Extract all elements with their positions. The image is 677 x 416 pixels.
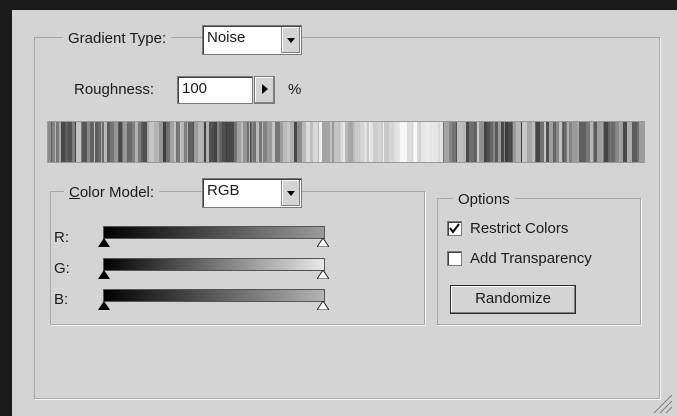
color-model-legend: Color Model: xyxy=(64,183,160,203)
gradient-type-select[interactable]: Noise xyxy=(202,25,302,55)
color-model-label: olor Model: xyxy=(79,184,155,201)
randomize-button-label: Randomize xyxy=(475,290,551,307)
options-legend: Options xyxy=(453,190,515,210)
options-label: Options xyxy=(458,191,510,208)
gradient-preview-bar xyxy=(47,121,645,163)
blue-max-stop[interactable] xyxy=(317,301,329,310)
color-model-select[interactable]: RGB xyxy=(202,178,302,208)
checkmark-icon xyxy=(449,223,460,234)
red-channel-track[interactable] xyxy=(103,226,325,239)
roughness-input[interactable]: 100 xyxy=(177,76,253,104)
red-max-stop[interactable] xyxy=(317,238,329,247)
gradient-preview-stripes xyxy=(48,122,644,162)
channel-label-b: B: xyxy=(54,291,69,308)
roughness-unit: % xyxy=(288,81,302,98)
restrict-colors-checkbox[interactable] xyxy=(447,221,462,236)
green-max-stop[interactable] xyxy=(317,270,329,279)
color-model-value: RGB xyxy=(207,182,240,199)
triangle-right-icon xyxy=(262,84,268,94)
blue-channel-track[interactable] xyxy=(103,289,325,302)
roughness-label: Roughness: xyxy=(74,81,155,98)
channel-label-r: R: xyxy=(54,229,69,246)
green-channel-track[interactable] xyxy=(103,258,325,271)
restrict-colors-label[interactable]: Restrict Colors xyxy=(470,219,568,239)
gradient-type-label: Gradient Type: xyxy=(63,29,172,49)
randomize-button[interactable]: Randomize xyxy=(450,285,576,314)
chevron-down-icon[interactable] xyxy=(281,180,300,206)
add-transparency-checkbox[interactable] xyxy=(447,251,462,266)
chevron-down-icon[interactable] xyxy=(281,27,300,53)
blue-min-stop[interactable] xyxy=(98,301,110,310)
channel-label-g: G: xyxy=(54,260,70,277)
gradient-editor-panel: Gradient Type: Noise Roughness: 100 % Co… xyxy=(12,10,677,416)
roughness-value: 100 xyxy=(182,80,208,97)
roughness-slider-button[interactable] xyxy=(254,76,275,104)
add-transparency-label[interactable]: Add Transparency xyxy=(470,249,592,269)
gradient-type-label-text: Gradient Type: xyxy=(68,30,167,47)
gradient-type-value: Noise xyxy=(207,29,246,46)
red-min-stop[interactable] xyxy=(98,238,110,247)
resize-grip-icon[interactable] xyxy=(651,392,673,414)
green-min-stop[interactable] xyxy=(98,270,110,279)
